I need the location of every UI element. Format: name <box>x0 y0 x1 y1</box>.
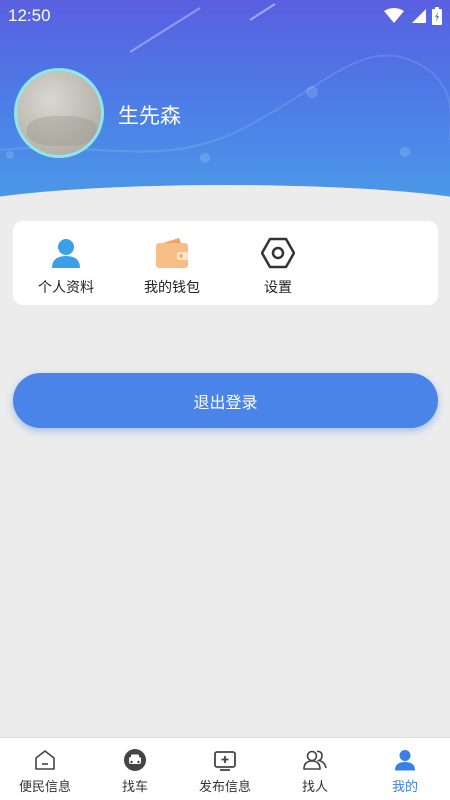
tab-mine[interactable]: 我的 <box>360 738 450 800</box>
bottom-tab-bar: 便民信息 找车 发布信息 找人 我的 <box>0 737 450 800</box>
tab-label: 找人 <box>301 780 328 795</box>
tab-find-people[interactable]: 找人 <box>270 738 360 800</box>
user-icon <box>48 235 84 271</box>
wifi-icon <box>384 8 404 23</box>
user-icon <box>393 748 417 772</box>
status-icons <box>384 7 442 25</box>
menu-item-settings[interactable]: 设置 <box>225 235 331 299</box>
menu-item-wallet[interactable]: 我的钱包 <box>119 235 225 299</box>
avatar[interactable] <box>14 68 104 158</box>
tab-label: 发布信息 <box>198 780 251 795</box>
settings-icon <box>260 235 296 271</box>
people-icon <box>303 748 327 772</box>
tab-publish-info[interactable]: 发布信息 <box>180 738 270 800</box>
signal-icon <box>412 9 426 23</box>
status-time: 12:50 <box>8 6 51 25</box>
menu-item-profile[interactable]: 个人资料 <box>13 235 119 299</box>
car-icon <box>123 748 147 772</box>
tab-label: 便民信息 <box>18 780 71 795</box>
menu-item-label: 设置 <box>264 280 292 296</box>
menu-item-label: 个人资料 <box>38 280 94 296</box>
tab-convenience-info[interactable]: 便民信息 <box>0 738 90 800</box>
logout-button[interactable]: 退出登录 <box>13 373 438 428</box>
battery-icon <box>432 7 442 25</box>
tab-label: 我的 <box>391 780 418 795</box>
username: 生先森 <box>118 104 181 128</box>
menu-card: 个人资料 我的钱包 设置 <box>13 221 438 305</box>
menu-item-label: 我的钱包 <box>144 280 200 296</box>
publish-icon <box>213 748 237 772</box>
home-icon <box>33 748 57 772</box>
tab-find-car[interactable]: 找车 <box>90 738 180 800</box>
tab-label: 找车 <box>121 780 148 795</box>
status-bar: 12:50 <box>0 0 450 32</box>
wallet-icon <box>154 235 190 271</box>
